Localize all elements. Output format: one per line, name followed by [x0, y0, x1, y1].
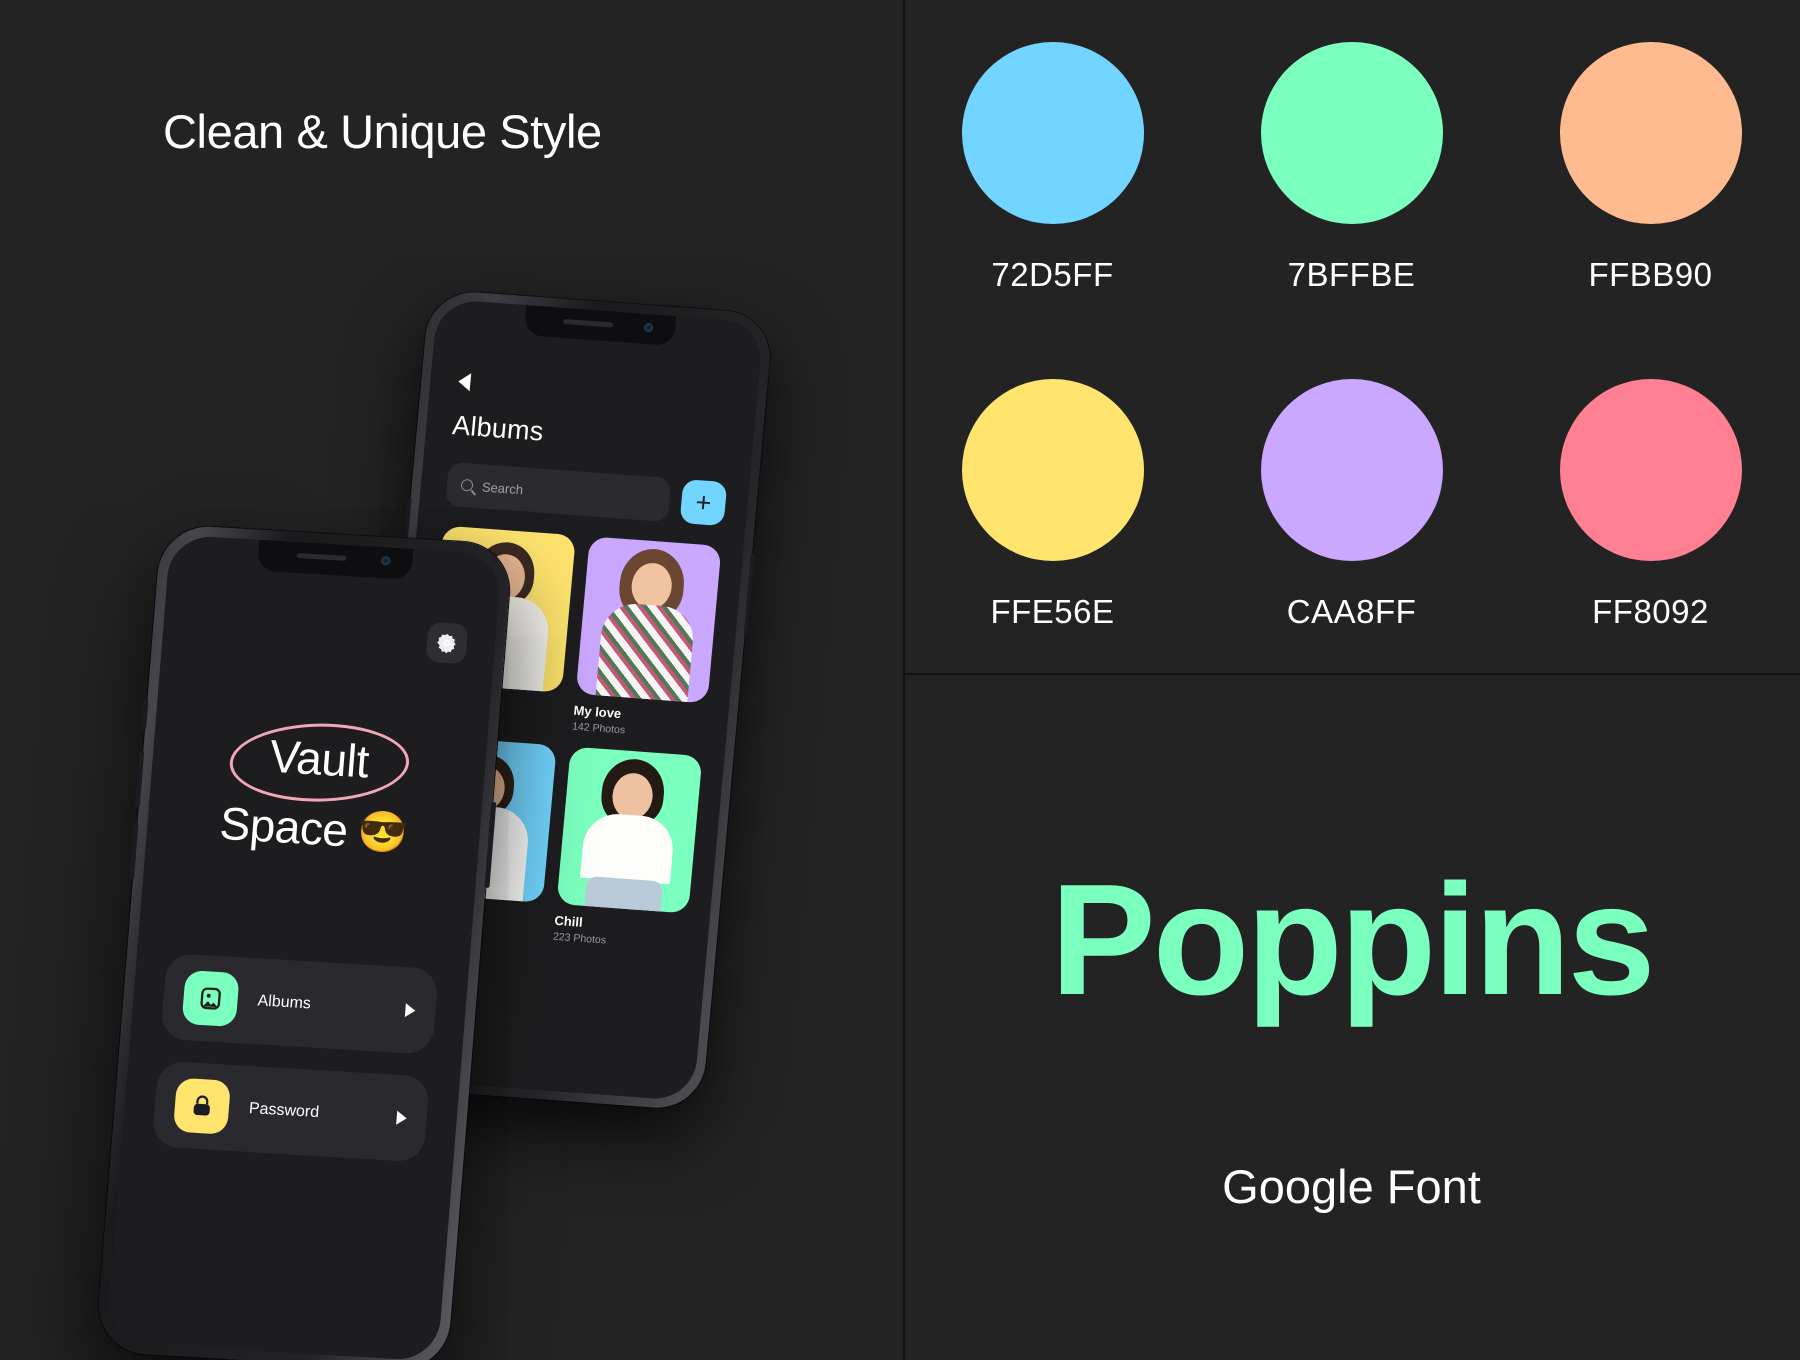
- photo-icon: [200, 987, 221, 1010]
- menu-item-password[interactable]: Password: [151, 1060, 431, 1163]
- swatch-circle: [1260, 42, 1443, 225]
- search-icon: [460, 478, 474, 492]
- swatch-circle: [1559, 378, 1742, 561]
- typography-panel: Poppins Google Font: [903, 675, 1800, 1360]
- brand-line-2: Space: [217, 796, 350, 857]
- font-specimen: Poppins: [1050, 852, 1655, 1028]
- left-showcase-panel: Clean & Unique Style Albums Search + My …: [0, 0, 903, 1360]
- album-thumbnail: [575, 536, 722, 704]
- swatch-grid: 72D5FF 7BFFBE FFBB90 FFE56E CAA8FF FF809: [903, 0, 1800, 673]
- front-camera: [380, 556, 391, 566]
- phone-mockup-home: Vault Space 😎 Albums Password: [94, 523, 514, 1360]
- swatch-circle: [1559, 42, 1742, 225]
- vault-wordmark-wrap: Vault: [227, 716, 412, 803]
- swatch-hex-label: FFE56E: [990, 592, 1115, 630]
- back-triangle-icon[interactable]: [457, 372, 472, 392]
- home-screen: Vault Space 😎 Albums Password: [105, 534, 503, 1360]
- swatch-circle: [961, 378, 1144, 561]
- color-swatch: FFE56E: [961, 378, 1144, 631]
- home-menu-list: Albums Password: [151, 952, 439, 1163]
- color-swatch: FF8092: [1559, 378, 1742, 631]
- chevron-right-icon: [404, 1003, 416, 1018]
- photo-subject: [575, 536, 721, 704]
- swatch-circle: [1260, 378, 1443, 561]
- lock-icon: [193, 1095, 210, 1116]
- app-branding: Vault Space 😎: [146, 712, 488, 865]
- earpiece-speaker: [296, 552, 347, 561]
- swatch-hex-label: 72D5FF: [991, 256, 1114, 294]
- albums-title: Albums: [451, 410, 545, 447]
- front-camera: [643, 322, 653, 333]
- menu-item-label: Albums: [256, 992, 312, 1013]
- color-swatch: 72D5FF: [961, 42, 1144, 294]
- menu-item-label: Password: [248, 1100, 320, 1122]
- swatch-hex-label: CAA8FF: [1286, 592, 1417, 630]
- brand-line-1: Vault: [267, 729, 371, 788]
- color-swatch: FFBB90: [1559, 42, 1742, 294]
- menu-item-albums[interactable]: Albums: [160, 952, 439, 1055]
- color-swatch: CAA8FF: [1260, 378, 1443, 631]
- font-source-label: Google Font: [1222, 1160, 1481, 1213]
- photo-icon-tile: [181, 970, 240, 1028]
- albums-search-row: Search +: [445, 461, 728, 527]
- search-placeholder-text: Search: [481, 478, 524, 497]
- page-title: Clean & Unique Style: [163, 105, 602, 158]
- color-swatch: 7BFFBE: [1260, 42, 1443, 294]
- gear-icon: [437, 634, 456, 654]
- brand-line-2-row: Space 😎: [146, 792, 482, 866]
- settings-button[interactable]: [425, 621, 469, 665]
- album-card[interactable]: My love 142 Photos: [572, 536, 722, 742]
- swatch-hex-label: 7BFFBE: [1287, 256, 1416, 294]
- add-album-button[interactable]: +: [679, 479, 728, 527]
- swatch-hex-label: FFBB90: [1588, 256, 1713, 294]
- search-input[interactable]: Search: [445, 461, 672, 523]
- album-thumbnail: [555, 746, 703, 914]
- presentation-canvas: Clean & Unique Style Albums Search + My …: [0, 0, 1800, 1360]
- photo-subject: [556, 746, 702, 914]
- lock-icon-tile: [172, 1077, 232, 1135]
- swatch-hex-label: FF8092: [1592, 592, 1709, 630]
- chevron-right-icon: [396, 1110, 408, 1126]
- swatch-circle: [961, 42, 1144, 225]
- color-palette-panel: 72D5FF 7BFFBE FFBB90 FFE56E CAA8FF FF809: [903, 0, 1800, 673]
- earpiece-speaker: [562, 318, 613, 328]
- album-card[interactable]: Chill 223 Photos: [552, 746, 703, 952]
- sunglasses-emoji-icon: 😎: [355, 809, 410, 856]
